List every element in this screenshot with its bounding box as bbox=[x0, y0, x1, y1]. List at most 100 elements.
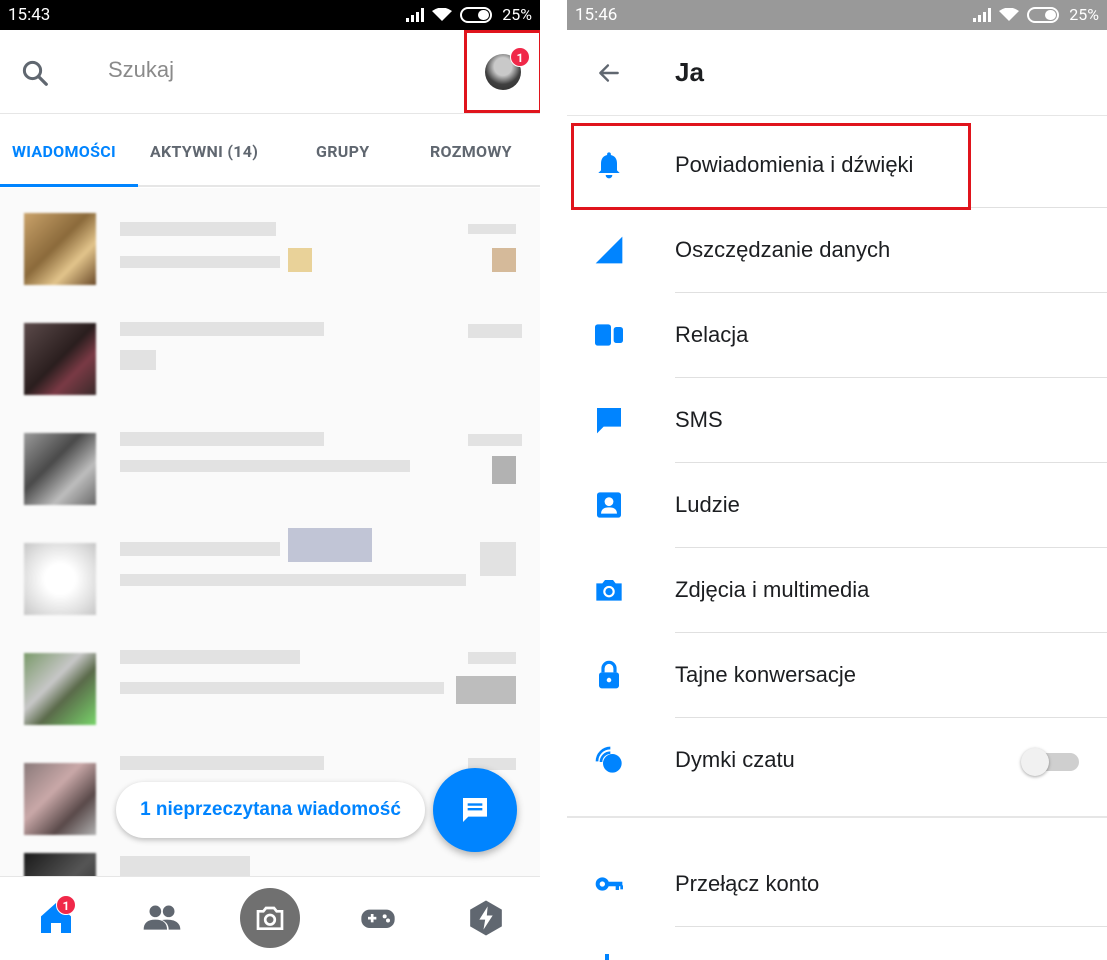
contact-avatar bbox=[24, 543, 96, 615]
divider bbox=[675, 926, 1107, 927]
story-icon bbox=[595, 324, 623, 346]
sms-icon bbox=[597, 408, 621, 434]
home-notification-badge: 1 bbox=[56, 895, 76, 915]
lock-icon bbox=[599, 660, 619, 689]
blurred-text bbox=[120, 350, 156, 370]
tab-messages[interactable]: WIADOMOŚCI bbox=[12, 142, 116, 161]
blurred-text bbox=[288, 248, 312, 272]
contact-avatar bbox=[24, 323, 96, 395]
status-icons: 25% bbox=[973, 5, 1099, 24]
tab-indicator bbox=[0, 184, 138, 187]
menu-item-label: Oszczędzanie danych bbox=[675, 237, 891, 262]
menu-item-label: Tajne konwersacje bbox=[675, 662, 856, 687]
chat-tabs: WIADOMOŚCI AKTYWNI (14) GRUPY ROZMOWY bbox=[0, 115, 540, 187]
search-icon[interactable] bbox=[20, 58, 50, 88]
blurred-text bbox=[468, 324, 522, 338]
camera-icon bbox=[256, 906, 284, 930]
status-time: 15:43 bbox=[8, 5, 51, 25]
camera-icon bbox=[596, 580, 622, 601]
blurred-text bbox=[120, 650, 300, 664]
section-divider bbox=[567, 816, 1107, 840]
list-item[interactable] bbox=[0, 198, 540, 308]
partial-menu-icon bbox=[605, 954, 609, 960]
list-item[interactable] bbox=[0, 638, 540, 748]
menu-item-label: Relacja bbox=[675, 322, 749, 347]
menu-item-people[interactable]: Ludzie bbox=[567, 463, 1107, 548]
battery-percent: 25% bbox=[502, 5, 532, 24]
contact-avatar bbox=[24, 433, 96, 505]
search-bar bbox=[0, 30, 540, 114]
list-item[interactable] bbox=[0, 308, 540, 418]
contact-avatar bbox=[24, 653, 96, 725]
key-icon bbox=[595, 877, 623, 891]
status-bar: 15:46 25% bbox=[567, 0, 1107, 30]
signal-strength-icon bbox=[406, 7, 425, 22]
tab-active[interactable]: AKTYWNI (14) bbox=[150, 142, 258, 161]
menu-item-secret-conversations[interactable]: Tajne konwersacje bbox=[567, 633, 1107, 718]
list-item[interactable] bbox=[0, 528, 540, 638]
menu-item-label: Przełącz konto bbox=[675, 871, 820, 896]
list-item[interactable] bbox=[0, 418, 540, 528]
camera-button[interactable] bbox=[240, 888, 300, 948]
blurred-text bbox=[492, 248, 516, 272]
blurred-text bbox=[288, 528, 372, 562]
status-bar: 15:43 25% bbox=[0, 0, 540, 30]
menu-item-chat-heads[interactable]: Dymki czatu bbox=[567, 718, 1107, 803]
new-message-button[interactable] bbox=[433, 768, 517, 852]
status-icons: 25% bbox=[406, 5, 532, 24]
blurred-text bbox=[120, 856, 250, 876]
blurred-text bbox=[120, 256, 280, 268]
tab-calls[interactable]: ROZMOWY bbox=[430, 142, 512, 161]
status-time: 15:46 bbox=[575, 5, 618, 25]
battery-icon bbox=[460, 6, 493, 23]
menu-item-sms[interactable]: SMS bbox=[567, 378, 1107, 463]
signal-icon bbox=[595, 236, 623, 264]
blurred-text bbox=[468, 434, 522, 446]
menu-item-label: SMS bbox=[675, 407, 723, 432]
compose-message-icon bbox=[463, 798, 487, 822]
contact-icon bbox=[597, 492, 621, 518]
messenger-chats-screen: 15:43 25% 1 WIADOMOŚCI AKTYWNI (14) GRUP… bbox=[0, 0, 540, 960]
people-icon[interactable] bbox=[142, 898, 182, 938]
search-input[interactable] bbox=[108, 57, 408, 83]
blurred-text bbox=[120, 756, 324, 770]
blurred-text bbox=[456, 676, 516, 704]
menu-item-label: Zdjęcia i multimedia bbox=[675, 577, 870, 602]
blurred-text bbox=[120, 542, 280, 556]
contact-avatar bbox=[24, 213, 96, 285]
wifi-icon bbox=[432, 7, 453, 21]
battery-percent: 25% bbox=[1069, 5, 1099, 24]
menu-item-label: Ludzie bbox=[675, 492, 740, 517]
profile-notification-badge: 1 bbox=[510, 47, 530, 67]
chat-heads-icon bbox=[595, 746, 622, 773]
blurred-text bbox=[492, 456, 516, 484]
signal-strength-icon bbox=[973, 7, 992, 22]
tab-groups[interactable]: GRUPY bbox=[316, 142, 369, 161]
battery-icon bbox=[1027, 6, 1060, 23]
blurred-text bbox=[468, 224, 516, 234]
toggle-knob bbox=[1021, 748, 1049, 776]
menu-item-photos-media[interactable]: Zdjęcia i multimedia bbox=[567, 548, 1107, 633]
blurred-text bbox=[480, 542, 516, 576]
blurred-text bbox=[120, 322, 324, 336]
menu-item-label: Dymki czatu bbox=[675, 747, 795, 772]
chat-heads-toggle[interactable] bbox=[1021, 747, 1079, 776]
blurred-text bbox=[468, 652, 516, 664]
games-icon[interactable] bbox=[358, 898, 398, 938]
blurred-text bbox=[120, 432, 324, 446]
profile-highlight-box: 1 bbox=[464, 30, 540, 113]
unread-messages-pill[interactable]: 1 nieprzeczytana wiadomość bbox=[116, 782, 425, 838]
messenger-me-screen: 15:46 25% Ja Powiadomienia i dźwięki Osz… bbox=[567, 0, 1107, 960]
blurred-text bbox=[120, 682, 444, 694]
menu-item-switch-account[interactable]: Przełącz konto bbox=[567, 842, 1107, 927]
blurred-text bbox=[120, 222, 276, 236]
menu-item-story[interactable]: Relacja bbox=[567, 293, 1107, 378]
app-bar: Ja bbox=[567, 30, 1107, 116]
back-arrow-icon[interactable] bbox=[595, 60, 623, 86]
page-title: Ja bbox=[675, 57, 704, 87]
blurred-text bbox=[120, 460, 410, 472]
menu-item-data-saver[interactable]: Oszczędzanie danych bbox=[567, 208, 1107, 293]
blurred-text bbox=[120, 574, 466, 586]
discover-icon[interactable] bbox=[466, 898, 506, 938]
wifi-icon bbox=[999, 7, 1020, 21]
